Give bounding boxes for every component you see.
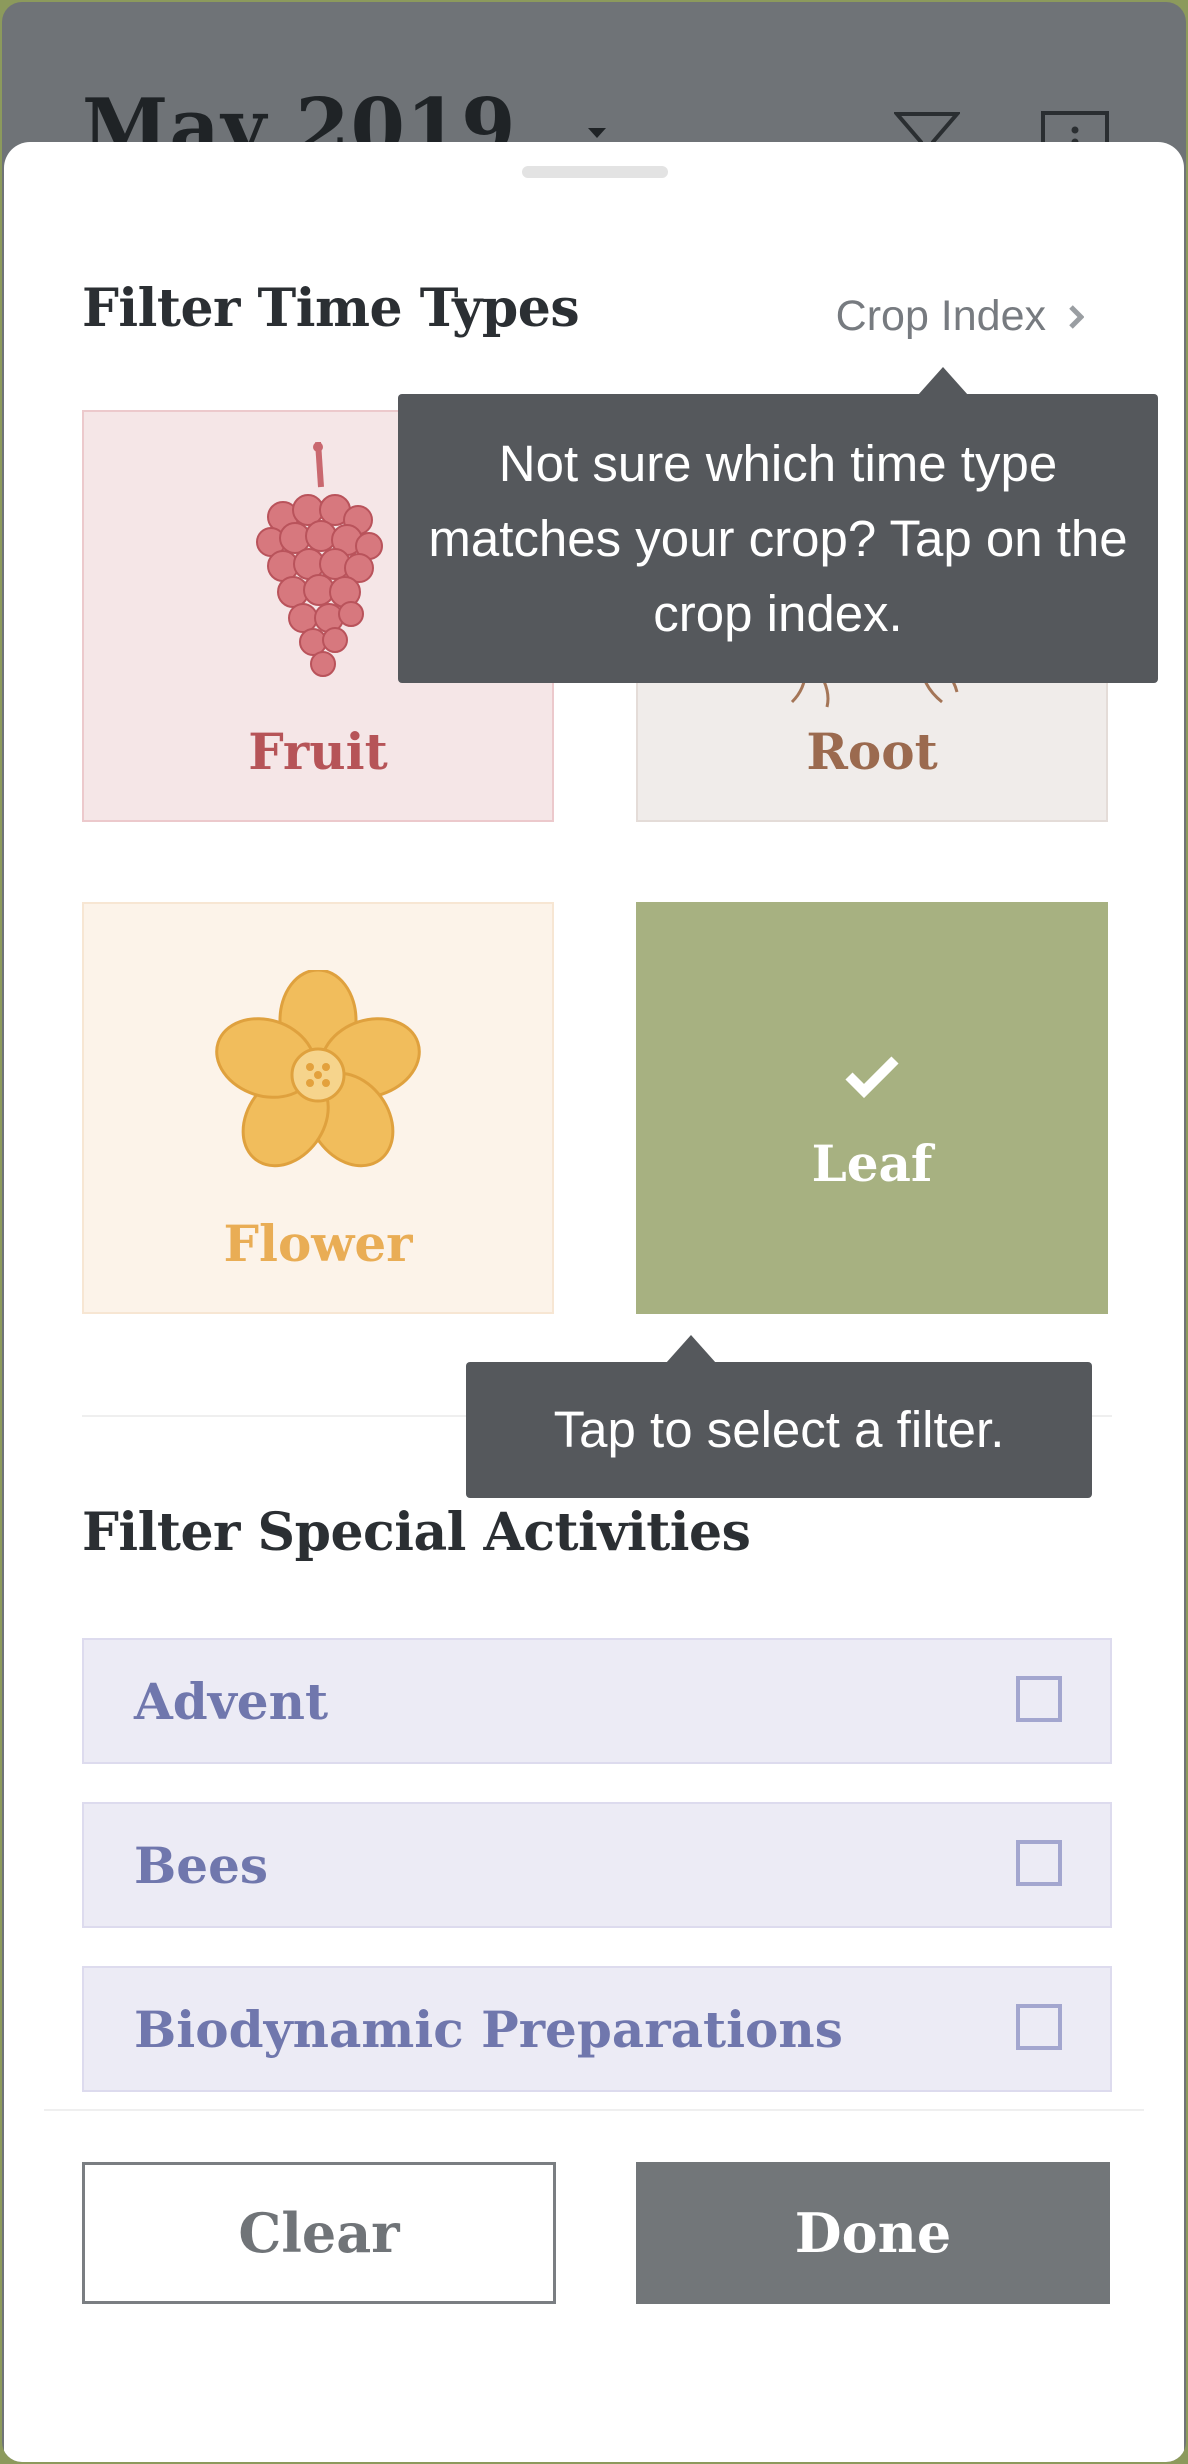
time-type-tile-flower[interactable]: Flower [82,902,554,1314]
activity-row-biodynamic-preparations[interactable]: Biodynamic Preparations [82,1966,1112,2092]
select-filter-tooltip-text: Tap to select a filter. [553,1401,1005,1458]
flower-icon [84,970,552,1180]
app-frame: May 2019 Filter Time Types Crop Index Fr… [2,2,1186,2462]
time-type-tile-leaf[interactable]: Leaf [636,902,1108,1314]
tile-label-root: Root [806,722,938,781]
footer-divider [44,2109,1144,2111]
done-button[interactable]: Done [636,2162,1110,2304]
background-header: May 2019 [2,2,1186,173]
activity-label: Bees [134,1836,269,1895]
activity-label: Advent [134,1672,329,1731]
check-icon [638,1054,1106,1098]
tile-label-leaf: Leaf [811,1134,933,1193]
chevron-down-icon[interactable] [588,128,606,138]
crop-index-link[interactable]: Crop Index [836,292,1084,341]
filter-sheet: Filter Time Types Crop Index Fruit Root … [4,142,1184,2462]
crop-index-label: Crop Index [835,292,1046,340]
crop-index-tooltip: Not sure which time type matches your cr… [398,367,1158,683]
chevron-right-icon [1069,304,1084,329]
activity-checkbox[interactable] [1016,1840,1062,1886]
activity-checkbox[interactable] [1016,1676,1062,1722]
activity-checkbox[interactable] [1016,2004,1062,2050]
activity-label: Biodynamic Preparations [134,2000,843,2059]
tile-label-fruit: Fruit [248,722,388,781]
time-types-title: Filter Time Types [82,278,580,339]
select-filter-tooltip: Tap to select a filter. [466,1335,1092,1498]
tile-label-flower: Flower [223,1214,413,1273]
crop-index-tooltip-text: Not sure which time type matches your cr… [428,435,1128,642]
tooltip-arrow [918,367,968,395]
tooltip-arrow [666,1335,716,1363]
special-activities-title: Filter Special Activities [82,1502,751,1563]
sheet-grabber[interactable] [522,166,668,178]
activity-row-bees[interactable]: Bees [82,1802,1112,1928]
clear-button[interactable]: Clear [82,2162,556,2304]
activity-row-advent[interactable]: Advent [82,1638,1112,1764]
